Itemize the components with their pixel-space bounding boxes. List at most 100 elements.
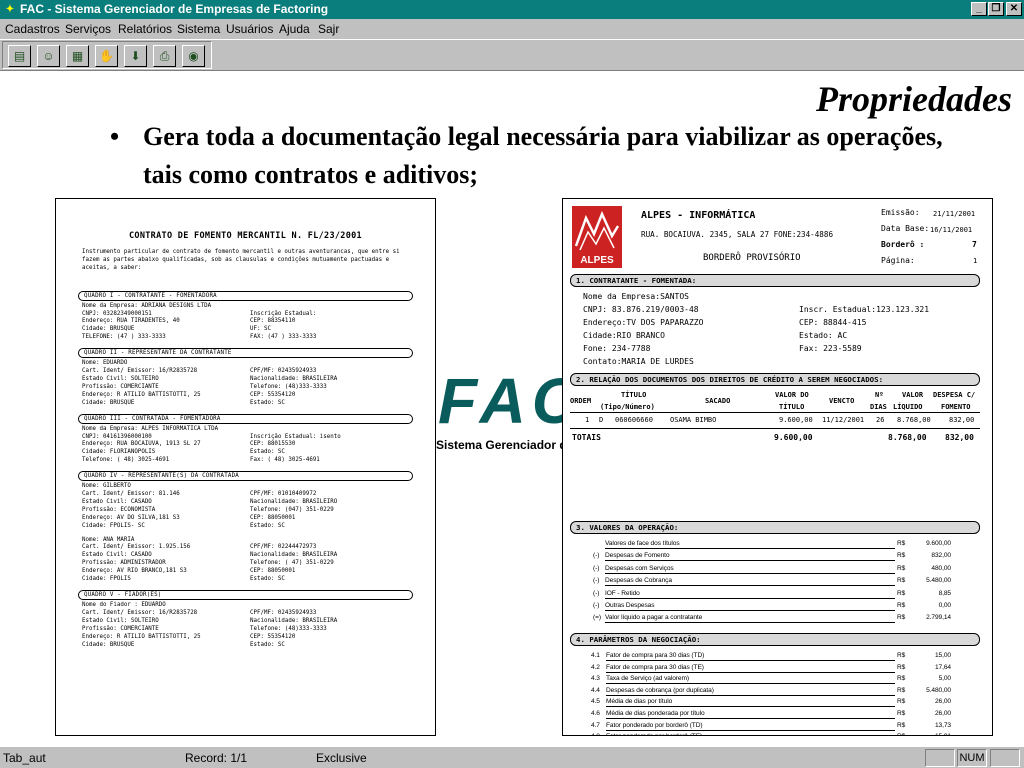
quadro-3-title: QUADRO III - CONTRATADA - FOMENTADORA <box>78 413 413 424</box>
op-underline <box>605 597 895 599</box>
alpes-logo: ALPES <box>572 206 622 268</box>
param-underline <box>606 718 895 719</box>
contract-line: Telefone: (48)333-3333 <box>250 625 327 632</box>
contract-line: Endereço: RUA BOCAIUVA, 1913 SL 27 <box>82 441 201 448</box>
minimize-button[interactable]: _ <box>971 2 987 16</box>
row-liquido: 8.768,00 <box>897 416 931 424</box>
documents-icon[interactable]: ▦ <box>66 45 89 67</box>
contract-line: Telefone: (48)333-3333 <box>250 383 327 390</box>
report-icon[interactable]: ▤ <box>8 45 31 67</box>
op-sign: (-) <box>593 602 600 609</box>
op-currency: R$ <box>897 552 906 560</box>
op-currency: R$ <box>897 540 906 547</box>
op-sign: (-) <box>593 564 600 572</box>
param-number: 4.5 <box>591 698 600 706</box>
op-underline <box>605 572 895 574</box>
logo-text: ALPES <box>580 254 614 266</box>
restore-button[interactable]: ❐ <box>988 2 1004 16</box>
param-value: 5.480,00 <box>926 686 951 694</box>
slide-bullet: Gera toda a documentação legal necessári… <box>143 122 943 189</box>
menu-relatorios[interactable]: Relatórios <box>118 19 172 39</box>
contract-line: Profissão: COMERCIANTE <box>82 383 159 390</box>
param-value: 15,00 <box>934 652 951 659</box>
row-numero: 060606660 <box>615 416 653 424</box>
param-underline <box>606 660 895 661</box>
param-currency: R$ <box>897 675 906 683</box>
row-ordem: 1 <box>585 416 590 424</box>
param-number: 4.6 <box>591 710 600 717</box>
contract-line: Telefone: (047) 351-0229 <box>250 506 334 513</box>
op-sign: (=) <box>593 614 601 622</box>
menu-servicos[interactable]: Serviços <box>65 19 111 39</box>
contract-line: FAX: (47 ) 333-3333 <box>250 334 317 341</box>
op-value: 9.600,00 <box>926 540 951 547</box>
contract-line: Estado Civil: CASADO <box>82 498 152 505</box>
content-area: Propriedades • Gera toda a documentação … <box>0 72 1024 746</box>
menu-sair[interactable]: Sajr <box>318 19 339 39</box>
contract-line: CEP: 88050001 <box>250 568 296 575</box>
window-title: FAC - Sistema Gerenciador de Empresas de… <box>20 2 329 16</box>
contract-line: Endereço: R ATILIO BATTISTOTTI, 25 <box>82 391 201 398</box>
menu-sistema[interactable]: Sistema <box>177 19 220 39</box>
totais-valor: 9.600,00 <box>774 433 813 442</box>
contract-line: CEP: 88050001 <box>250 514 296 521</box>
op-underline <box>605 622 895 624</box>
contract-line: Endereço: AV RIO BRANCO,181 S3 <box>82 568 187 575</box>
op-sign: (-) <box>593 552 600 560</box>
param-underline <box>606 729 895 731</box>
menu-ajuda[interactable]: Ajuda <box>279 19 310 39</box>
param-currency: R$ <box>897 721 906 729</box>
bordero-document: ALPES ALPES - INFORMÁTICA RUA. BOCAIUVA.… <box>562 198 993 736</box>
row-vencto: 11/12/2001 <box>822 416 865 424</box>
op-currency: R$ <box>897 577 906 585</box>
param-number: 4.7 <box>591 721 600 729</box>
param-underline <box>606 706 895 708</box>
print-icon[interactable]: ⎙ <box>153 45 176 67</box>
status-bar: Tab_aut Record: 1/1 Exclusive NUM <box>0 746 1024 768</box>
param-currency: R$ <box>897 686 906 694</box>
contract-line: Profissão: ECONOMISTA <box>82 506 156 513</box>
company-address: RUA. BOCAIUVA. 2345, SALA 27 FONE:234-48… <box>641 230 834 239</box>
contract-line: CPF/MF: 02435924933 <box>250 609 317 616</box>
contract-line: CPF/MF: 01010409972 <box>250 491 317 498</box>
menu-cadastros[interactable]: Cadastros <box>5 19 60 39</box>
handshake-icon[interactable]: ✋ <box>95 45 118 67</box>
bullet-marker: • <box>110 122 120 151</box>
globe-icon[interactable]: ◉ <box>182 45 205 67</box>
col-dias: DIAS <box>870 403 887 411</box>
op-value: 0,00 <box>938 602 952 609</box>
param-number: 4.4 <box>591 686 600 694</box>
contract-line: CNPJ: 04161396000100 <box>82 433 152 440</box>
row-valor: 9.600,00 <box>779 416 813 424</box>
contract-line: Telefone: ( 48) 3025-4691 <box>82 457 170 464</box>
menu-bar: Cadastros Serviços Relatórios Sistema Us… <box>0 19 1024 39</box>
cep-field: CEP: 88844-415 <box>799 318 867 327</box>
menu-usuarios[interactable]: Usuários <box>226 19 273 39</box>
contract-line: CPF/MF: 02244472973 <box>250 544 317 551</box>
bordero-title: BORDERÔ PROVISÓRIO <box>703 253 801 263</box>
param-value: 26,00 <box>934 710 951 717</box>
op-value: 5.480,00 <box>926 577 951 585</box>
section-1-header: 1. CONTRATANTE - FOMENTADA: <box>570 274 980 287</box>
close-button[interactable]: ✕ <box>1006 2 1022 16</box>
users-icon[interactable]: ☺ <box>37 45 60 67</box>
contract-line: Cidade: FPOLIS- SC <box>82 522 145 529</box>
contract-line: Cidade: FPOLIS <box>82 576 131 583</box>
contract-line: Cart. Ident/ Emissor: 16/R2835728 <box>82 368 198 375</box>
contract-line: Estado: SC <box>250 399 285 406</box>
param-number: 4.3 <box>591 675 600 683</box>
contract-line: TELEFONE: (47 ) 333-3333 <box>82 334 166 341</box>
param-number: 4.1 <box>591 652 600 659</box>
op-sign: (-) <box>593 577 600 585</box>
col-tipo: (Tipo/Número) <box>600 403 655 411</box>
status-table: Tab_aut <box>3 751 46 765</box>
op-value: 832,00 <box>931 552 951 560</box>
app-icon[interactable]: ✦ <box>2 2 18 17</box>
download-icon[interactable]: ⬇ <box>124 45 147 67</box>
param-number: 4.2 <box>591 663 600 671</box>
estado-field: Estado: AC <box>799 331 848 340</box>
pagina-label: Página: <box>881 256 915 265</box>
quadro-5-title: QUADRO V - FIADOR(ES) <box>78 590 413 600</box>
contract-line: Estado Civil: CASADO <box>82 552 152 559</box>
fac-watermark: FAC <box>436 372 564 432</box>
